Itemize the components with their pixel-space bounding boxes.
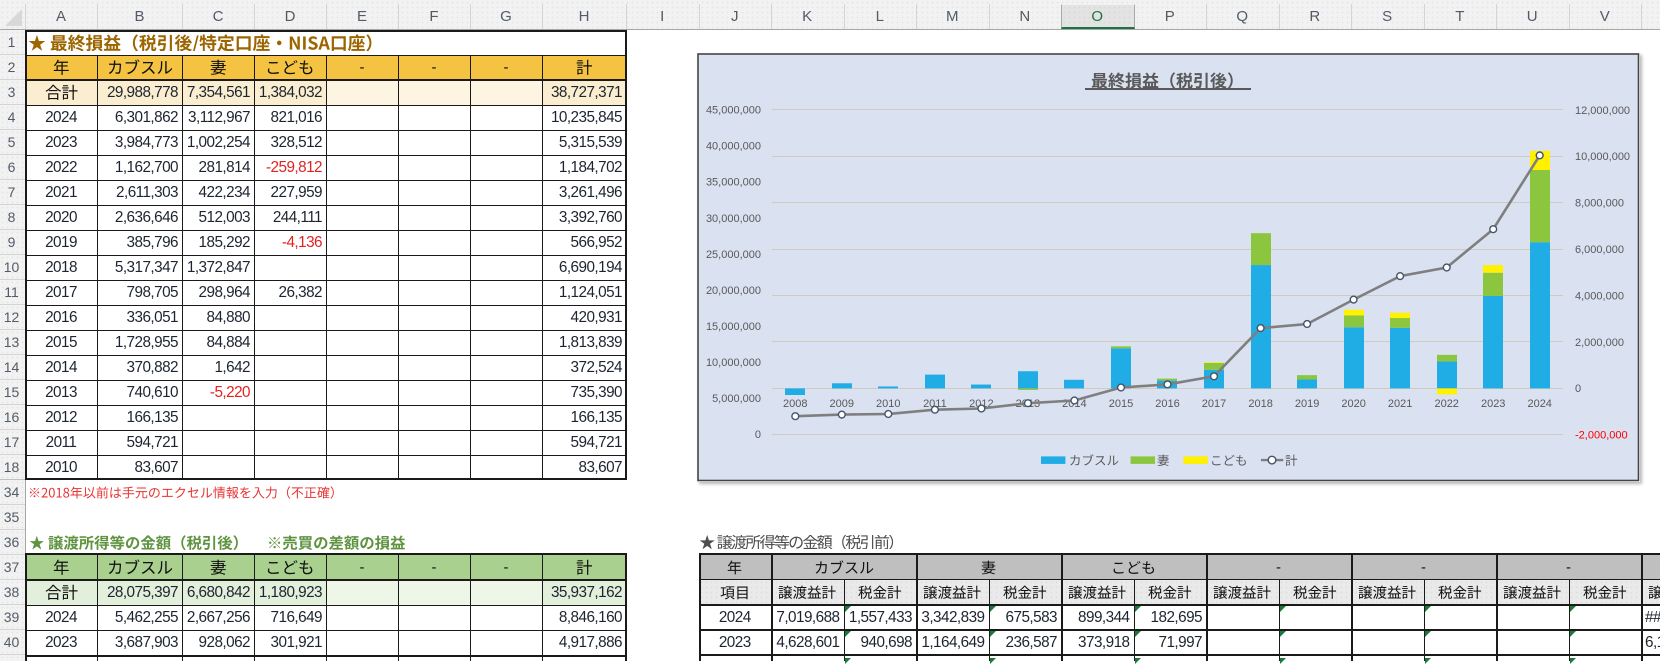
svg-text:45,000,000: 45,000,000 (706, 105, 761, 117)
svg-text:2,000,000: 2,000,000 (1575, 337, 1624, 349)
svg-text:2021: 2021 (1388, 398, 1412, 410)
svg-text:12,000,000: 12,000,000 (1575, 105, 1630, 117)
svg-text:8,000,000: 8,000,000 (1575, 198, 1624, 210)
svg-text:6,000,000: 6,000,000 (1575, 244, 1624, 256)
svg-text:0: 0 (1575, 383, 1581, 395)
svg-text:10,000,000: 10,000,000 (706, 357, 761, 369)
svg-text:5,000,000: 5,000,000 (712, 393, 761, 405)
svg-text:2018: 2018 (1248, 398, 1272, 410)
svg-text:25,000,000: 25,000,000 (706, 249, 761, 261)
svg-text:2023: 2023 (1481, 398, 1505, 410)
svg-text:30,000,000: 30,000,000 (706, 213, 761, 225)
svg-text:15,000,000: 15,000,000 (706, 321, 761, 333)
svg-text:10,000,000: 10,000,000 (1575, 151, 1630, 163)
svg-text:2009: 2009 (830, 398, 854, 410)
svg-text:2008: 2008 (783, 398, 807, 410)
svg-text:2010: 2010 (876, 398, 900, 410)
svg-text:-2,000,000: -2,000,000 (1575, 430, 1628, 442)
svg-text:35,000,000: 35,000,000 (706, 177, 761, 189)
svg-text:20,000,000: 20,000,000 (706, 285, 761, 297)
svg-text:2019: 2019 (1295, 398, 1319, 410)
svg-text:2022: 2022 (1434, 398, 1458, 410)
svg-text:2016: 2016 (1155, 398, 1179, 410)
svg-text:4,000,000: 4,000,000 (1575, 290, 1624, 302)
svg-text:2024: 2024 (1527, 398, 1551, 410)
svg-text:2017: 2017 (1202, 398, 1226, 410)
svg-text:0: 0 (755, 429, 761, 441)
svg-text:2015: 2015 (1109, 398, 1133, 410)
svg-text:2020: 2020 (1341, 398, 1365, 410)
svg-text:40,000,000: 40,000,000 (706, 141, 761, 153)
